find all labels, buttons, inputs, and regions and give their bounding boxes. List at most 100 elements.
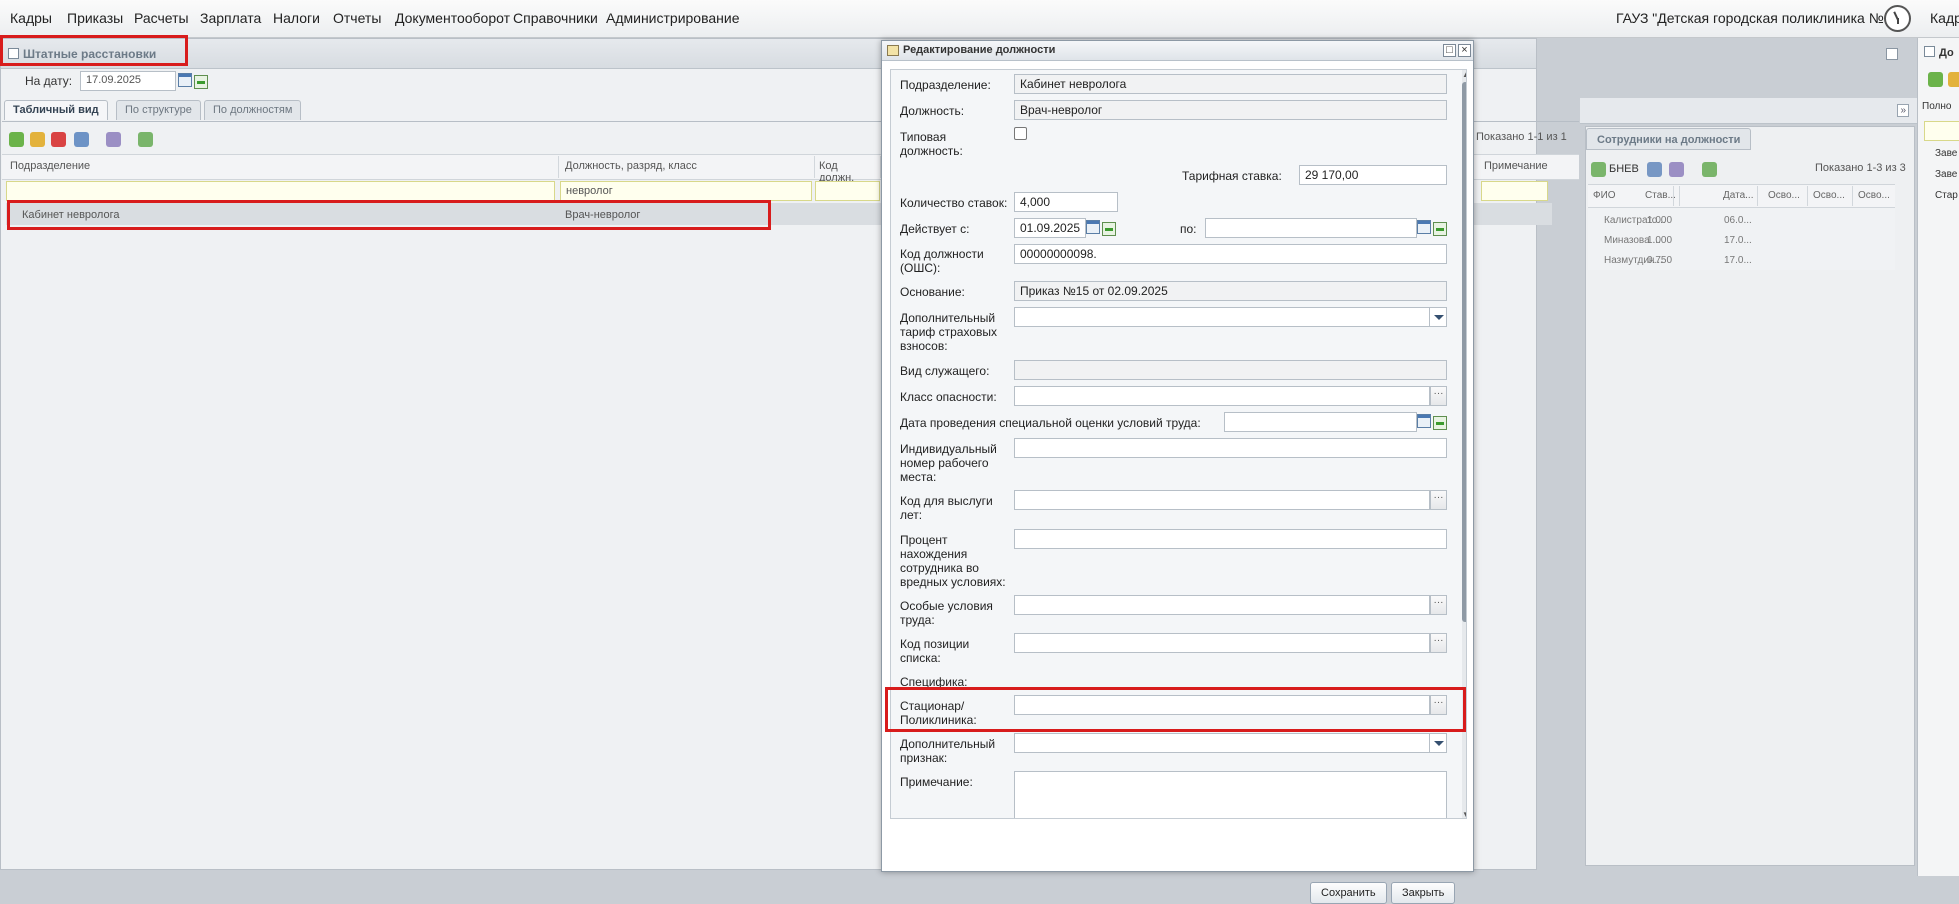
emp-row-1-date: 06.0... xyxy=(1724,215,1752,226)
position-code-label: Код должности (ОШС): xyxy=(900,247,984,275)
select-dots-button[interactable]: ··· xyxy=(1430,490,1447,510)
side-item[interactable]: Заве xyxy=(1935,169,1957,180)
employee-kind-field[interactable] xyxy=(1014,360,1447,380)
settings-icon[interactable] xyxy=(106,132,121,147)
valid-from-field[interactable]: 01.09.2025 xyxy=(1014,218,1086,238)
emp-row-3-rate: 0.750 xyxy=(1647,255,1673,266)
employee-refresh-icon[interactable] xyxy=(1591,162,1606,177)
close-button[interactable]: Закрыть xyxy=(1391,882,1456,904)
side-item[interactable]: Заве xyxy=(1935,148,1957,159)
seniority-code-label: Код для выслуги лет: xyxy=(900,494,993,522)
user-icon[interactable] xyxy=(1647,162,1662,177)
edge-menu-text[interactable]: Кадр xyxy=(1930,10,1959,26)
side-column-header[interactable]: Полно xyxy=(1922,101,1951,112)
side-panel-icon xyxy=(1924,46,1935,57)
workplace-number-field[interactable] xyxy=(1014,438,1447,458)
date-input[interactable]: 17.09.2025 xyxy=(80,71,176,91)
edit-icon[interactable] xyxy=(30,132,45,147)
select-dots-button[interactable]: ··· xyxy=(1430,633,1447,653)
note-textarea[interactable] xyxy=(1014,771,1447,818)
emp-col-date[interactable]: Дата... xyxy=(1718,186,1758,206)
tab-employees-on-position[interactable]: Сотрудники на должности xyxy=(1586,128,1752,150)
extra-attribute-select[interactable] xyxy=(1014,733,1447,753)
employee-reload-icon[interactable] xyxy=(1702,162,1717,177)
select-dots-button[interactable]: ··· xyxy=(1430,386,1447,406)
valid-to-label: по: xyxy=(1180,222,1197,236)
add-icon[interactable] xyxy=(9,132,24,147)
valid-from-label: Действует с: xyxy=(900,222,970,236)
filter-note[interactable] xyxy=(1481,181,1548,201)
tariff-field[interactable]: 29 170,00 xyxy=(1299,165,1447,185)
col-position[interactable]: Должность, разряд, класс xyxy=(557,156,815,178)
col-department[interactable]: Подразделение xyxy=(2,156,559,178)
organization-name: ГАУЗ "Детская городская поликлиника № 10… xyxy=(1616,10,1909,26)
emp-col-extra2[interactable]: Осво... xyxy=(1808,186,1853,206)
side-filter[interactable] xyxy=(1924,121,1959,141)
menu-prikazy[interactable]: Приказы xyxy=(67,10,123,26)
today-icon[interactable] xyxy=(1102,222,1116,236)
filter-department[interactable] xyxy=(6,181,555,201)
today-icon[interactable] xyxy=(194,75,208,89)
emp-col-rate[interactable]: Став... xyxy=(1640,186,1680,206)
save-button[interactable]: Сохранить xyxy=(1310,882,1387,904)
calendar-icon[interactable] xyxy=(1417,220,1431,234)
assessment-date-field[interactable] xyxy=(1224,412,1417,432)
calendar-icon[interactable] xyxy=(178,73,192,87)
side-edit-icon[interactable] xyxy=(1948,72,1959,87)
scroll-up-icon[interactable]: ▲ xyxy=(1462,70,1466,79)
seniority-code-field[interactable] xyxy=(1014,490,1430,510)
today-icon[interactable] xyxy=(1433,416,1447,430)
emp-col-extra1[interactable]: Осво... xyxy=(1763,186,1808,206)
employee-settings-icon[interactable] xyxy=(1669,162,1684,177)
menu-administrirovanie[interactable]: Администрирование xyxy=(606,10,740,26)
chevron-down-icon[interactable] xyxy=(1429,308,1446,326)
scroll-down-icon[interactable]: ▼ xyxy=(1462,810,1466,818)
menu-nalogi[interactable]: Налоги xyxy=(273,10,320,26)
department-field[interactable]: Кабинет невролога xyxy=(1014,74,1447,94)
position-field[interactable]: Врач-невролог xyxy=(1014,100,1447,120)
hazard-percent-field[interactable] xyxy=(1014,529,1447,549)
refresh-icon[interactable] xyxy=(138,132,153,147)
rates-field[interactable]: 4,000 xyxy=(1014,192,1118,212)
maximize-icon[interactable]: □ xyxy=(1443,44,1456,57)
position-code-field[interactable]: 00000000098. xyxy=(1014,244,1447,264)
menu-dokumentooborot[interactable]: Документооборот xyxy=(395,10,510,26)
print-icon[interactable] xyxy=(74,132,89,147)
emp-col-extra3[interactable]: Осво... xyxy=(1853,186,1898,206)
employee-filter-label[interactable]: БНЕВ xyxy=(1609,163,1639,175)
highlight-hospital-field xyxy=(885,687,1466,732)
calendar-icon[interactable] xyxy=(1417,414,1431,428)
tab-by-structure[interactable]: По структуре xyxy=(116,100,201,120)
clock-icon[interactable] xyxy=(1884,5,1911,32)
menu-otchety[interactable]: Отчеты xyxy=(333,10,381,26)
menu-raschety[interactable]: Расчеты xyxy=(134,10,189,26)
minimize-icon[interactable] xyxy=(1886,48,1898,60)
list-position-field[interactable] xyxy=(1014,633,1430,653)
basis-field[interactable]: Приказ №15 от 02.09.2025 xyxy=(1014,281,1447,301)
assessment-date-label: Дата проведения специальной оценки услов… xyxy=(900,416,1201,430)
filter-code[interactable] xyxy=(815,181,880,201)
col-code[interactable]: Код должн. xyxy=(811,156,881,184)
select-dots-button[interactable]: ··· xyxy=(1430,595,1447,615)
hazard-class-field[interactable] xyxy=(1014,386,1430,406)
chevron-down-icon[interactable] xyxy=(1429,734,1446,752)
typical-position-checkbox[interactable] xyxy=(1014,127,1027,140)
menu-kadry[interactable]: Кадры xyxy=(10,10,52,26)
tab-by-positions[interactable]: По должностям xyxy=(204,100,302,120)
today-icon[interactable] xyxy=(1433,222,1447,236)
scroll-thumb[interactable] xyxy=(1462,82,1466,622)
special-conditions-field[interactable] xyxy=(1014,595,1430,615)
side-item[interactable]: Стар xyxy=(1935,190,1958,201)
close-icon[interactable]: × xyxy=(1458,44,1471,57)
valid-to-field[interactable] xyxy=(1205,218,1417,238)
col-note[interactable]: Примечание xyxy=(1476,156,1576,178)
menu-zarplata[interactable]: Зарплата xyxy=(200,10,261,26)
expand-icon[interactable]: » xyxy=(1897,104,1909,117)
delete-icon[interactable] xyxy=(51,132,66,147)
menu-spravochniki[interactable]: Справочники xyxy=(513,10,598,26)
side-add-icon[interactable] xyxy=(1928,72,1943,87)
filter-position[interactable]: невролог xyxy=(560,181,812,201)
extra-tariff-select[interactable] xyxy=(1014,307,1447,327)
calendar-icon[interactable] xyxy=(1086,220,1100,234)
tab-table-view[interactable]: Табличный вид xyxy=(4,100,108,120)
